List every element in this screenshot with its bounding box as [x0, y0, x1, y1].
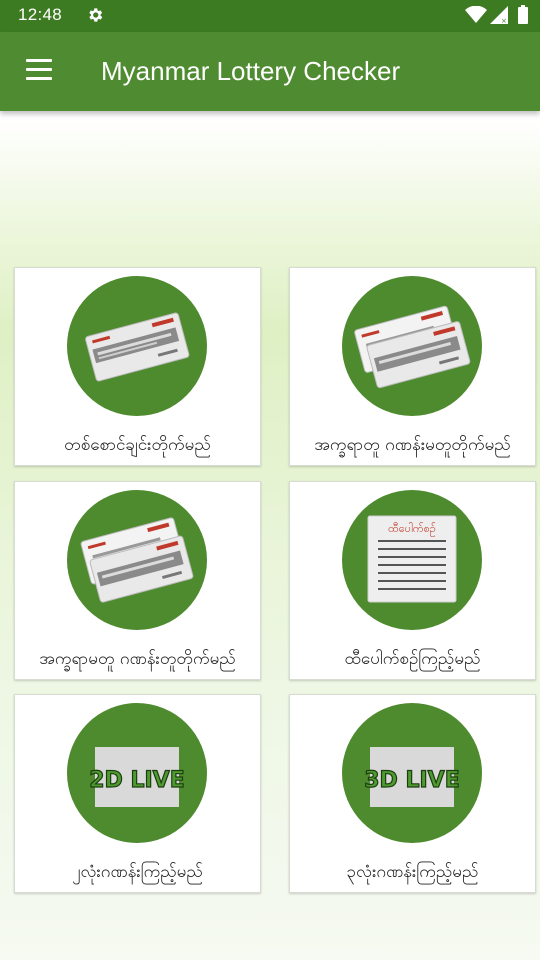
- battery-icon: [518, 5, 528, 24]
- status-bar: 12:48 ×: [0, 0, 540, 32]
- result-list-icon: ထီပေါက်စဥ်: [342, 490, 482, 630]
- result-card-title: ထီပေါက်စဥ်: [388, 522, 436, 537]
- tile-single-check[interactable]: တစ်စောင်ချင်းတိုက်မည်: [14, 267, 261, 466]
- status-time: 12:48: [18, 5, 63, 24]
- badge-3d-live: 3D LIVE: [364, 768, 460, 793]
- tile-different-letter-check[interactable]: အက္ခရာမတူ ဂဏန်းတူတိုက်မည်: [14, 481, 261, 680]
- app-title: Myanmar Lottery Checker: [101, 56, 401, 86]
- tile-label: ထီပေါက်စဥ်ကြည့်မည်: [344, 649, 481, 669]
- tile-view-results[interactable]: ထီပေါက်စဥ် ထီပေါက်စဥ်ကြည့်မည်: [289, 481, 536, 680]
- app-bar: Myanmar Lottery Checker: [0, 32, 540, 111]
- signal-icon: ×: [490, 6, 508, 24]
- tile-2d-live[interactable]: 2D LIVE ၂လုံးဂဏန်းကြည့်မည်: [14, 694, 261, 893]
- tile-label: တစ်စောင်ချင်းတိုက်မည်: [64, 435, 211, 455]
- tile-label: အက္ခရာမတူ ဂဏန်းတူတိုက်မည်: [39, 649, 236, 669]
- tile-label: အက္ခရာတူ ဂဏန်းမတူတိုက်မည်: [314, 435, 511, 455]
- tile-3d-live[interactable]: 3D LIVE ၃လုံးဂဏန်းကြည့်မည်: [289, 694, 536, 893]
- tile-same-letter-check[interactable]: အက္ခရာတူ ဂဏန်းမတူတိုက်မည်: [289, 267, 536, 466]
- live-badge-icon: 2D LIVE: [67, 703, 207, 843]
- live-badge-icon: 3D LIVE: [342, 703, 482, 843]
- wifi-icon: [465, 6, 487, 23]
- single-ticket-icon: [67, 276, 207, 416]
- tile-label: ၃လုံးဂဏန်းကြည့်မည်: [346, 862, 479, 882]
- ticket-pair-icon: [67, 490, 207, 630]
- hamburger-menu-icon[interactable]: [26, 59, 52, 83]
- tile-label: ၂လုံးဂဏန်းကြည့်မည်: [72, 862, 203, 882]
- gear-icon: [89, 8, 103, 22]
- svg-text:×: ×: [501, 17, 507, 24]
- ticket-pair-icon: [342, 276, 482, 416]
- badge-2d-live: 2D LIVE: [89, 768, 185, 793]
